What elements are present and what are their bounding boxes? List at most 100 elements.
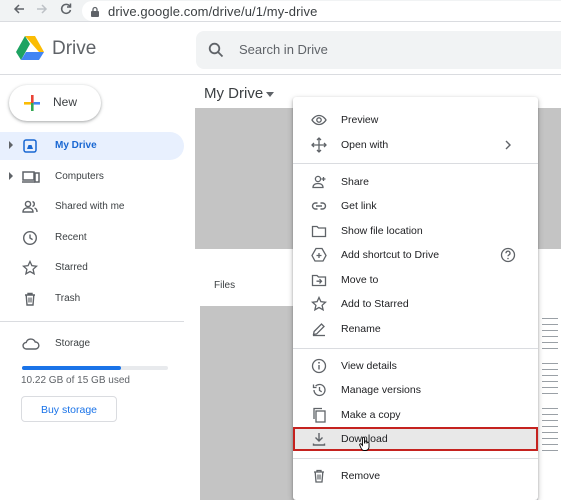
reload-icon[interactable] <box>57 2 75 20</box>
menu-item-label: View details <box>341 360 397 372</box>
menu-divider <box>293 163 538 164</box>
menu-item-view-details[interactable]: View details <box>293 354 538 378</box>
menu-item-label: Make a copy <box>341 409 401 421</box>
menu-item-preview[interactable]: Preview <box>293 108 538 132</box>
shared-icon <box>22 199 38 215</box>
file-thumbnail[interactable] <box>195 108 298 249</box>
sidebar-divider <box>0 321 184 322</box>
star-icon <box>21 259 39 276</box>
history-icon <box>311 382 327 398</box>
menu-item-make-a-copy[interactable]: Make a copy <box>293 403 538 427</box>
sidebar-item-storage[interactable]: Storage <box>0 330 184 358</box>
sidebar-item-label: Recent <box>55 232 87 243</box>
cloud-icon <box>22 336 40 352</box>
menu-item-open-with[interactable]: Open with <box>293 133 538 157</box>
move-to-folder-icon <box>311 272 327 288</box>
lock-icon <box>90 5 100 23</box>
download-icon <box>311 431 327 447</box>
new-label: New <box>53 95 78 109</box>
menu-divider <box>293 458 538 459</box>
computers-icon <box>22 169 40 185</box>
menu-item-label: Get link <box>341 200 377 212</box>
menu-divider <box>293 348 538 349</box>
menu-item-show-file-location[interactable]: Show file location <box>293 219 538 243</box>
sidebar-item-trash[interactable]: Trash <box>0 285 184 313</box>
sidebar: New My Drive Computers Shared with me Re… <box>0 76 190 500</box>
search-bar[interactable]: Search in Drive <box>196 31 561 69</box>
breadcrumb-dropdown-icon[interactable] <box>266 92 274 97</box>
storage-usage-text: 10.22 GB of 15 GB used <box>21 375 130 386</box>
menu-item-label: Add shortcut to Drive <box>341 249 440 261</box>
menu-item-manage-versions[interactable]: Manage versions <box>293 378 538 402</box>
star-outline-icon <box>310 295 328 312</box>
new-button[interactable]: New <box>9 85 101 121</box>
sidebar-item-label: My Drive <box>55 140 97 151</box>
sidebar-item-label: Starred <box>55 262 88 273</box>
context-menu: Preview Open with Share Get link Show fi… <box>293 97 538 500</box>
sidebar-item-label: Computers <box>55 171 104 182</box>
document-thumbnail[interactable] <box>537 306 561 500</box>
sidebar-item-label: Shared with me <box>55 201 125 212</box>
menu-item-download[interactable]: Download <box>293 427 538 451</box>
plus-icon <box>23 94 41 117</box>
file-thumbnail[interactable] <box>538 108 561 249</box>
brand-name[interactable]: Drive <box>52 38 96 60</box>
menu-item-share[interactable]: Share <box>293 170 538 194</box>
buy-storage-label: Buy storage <box>40 404 98 416</box>
menu-item-label: Share <box>341 176 370 188</box>
expand-caret-icon[interactable] <box>9 141 13 149</box>
chevron-right-icon <box>500 137 516 153</box>
sidebar-item-label: Storage <box>55 338 91 349</box>
sidebar-item-computers[interactable]: Computers <box>0 163 184 191</box>
search-icon[interactable] <box>208 42 224 63</box>
help-icon[interactable] <box>500 247 516 263</box>
drive-logo-icon[interactable] <box>16 36 44 65</box>
back-arrow-icon[interactable] <box>10 2 28 20</box>
my-drive-icon <box>22 138 38 154</box>
sidebar-item-recent[interactable]: Recent <box>0 224 184 252</box>
clock-icon <box>22 230 38 246</box>
menu-item-label: Preview <box>341 114 379 126</box>
sidebar-item-label: Trash <box>55 293 81 304</box>
app-header: Drive Search in Drive <box>0 23 561 75</box>
menu-item-label: Manage versions <box>341 384 421 396</box>
menu-item-rename[interactable]: Rename <box>293 317 538 341</box>
browser-toolbar: drive.google.com/drive/u/1/my-drive <box>0 0 561 22</box>
address-bar[interactable]: drive.google.com/drive/u/1/my-drive <box>82 1 561 21</box>
expand-caret-icon[interactable] <box>9 172 13 180</box>
sidebar-item-starred[interactable]: Starred <box>0 254 184 282</box>
trash-icon <box>311 468 327 484</box>
menu-item-label: Open with <box>341 139 389 151</box>
menu-item-label: Move to <box>341 274 379 286</box>
folder-icon <box>311 223 327 239</box>
info-icon <box>311 358 327 374</box>
forward-arrow-icon[interactable] <box>33 2 51 20</box>
storage-progress-fill <box>22 366 122 370</box>
trash-icon <box>22 291 38 307</box>
file-thumbnail[interactable] <box>200 306 298 500</box>
pencil-icon <box>311 321 327 337</box>
copy-icon <box>311 407 327 423</box>
section-label: Files <box>214 280 236 291</box>
add-shortcut-icon <box>311 247 327 263</box>
eye-icon <box>311 112 327 128</box>
move-arrows-icon <box>311 137 327 153</box>
menu-item-label: Remove <box>341 470 381 482</box>
storage-progress-bar <box>22 366 168 370</box>
menu-item-label: Rename <box>341 323 381 335</box>
menu-item-label: Show file location <box>341 225 423 237</box>
url-text: drive.google.com/drive/u/1/my-drive <box>108 4 318 19</box>
buy-storage-button[interactable]: Buy storage <box>21 396 117 422</box>
menu-item-add-to-starred[interactable]: Add to Starred <box>293 292 538 316</box>
menu-item-label: Add to Starred <box>341 298 409 310</box>
add-person-icon <box>311 174 327 190</box>
sidebar-item-my-drive[interactable]: My Drive <box>0 132 184 160</box>
hand-cursor-icon <box>359 436 371 456</box>
breadcrumb[interactable]: My Drive <box>204 85 263 102</box>
menu-item-get-link[interactable]: Get link <box>293 194 538 218</box>
menu-item-move-to[interactable]: Move to <box>293 268 538 292</box>
menu-item-add-shortcut[interactable]: Add shortcut to Drive <box>293 243 538 267</box>
search-input[interactable]: Search in Drive <box>239 42 328 57</box>
sidebar-item-shared[interactable]: Shared with me <box>0 193 184 221</box>
menu-item-remove[interactable]: Remove <box>293 464 538 488</box>
